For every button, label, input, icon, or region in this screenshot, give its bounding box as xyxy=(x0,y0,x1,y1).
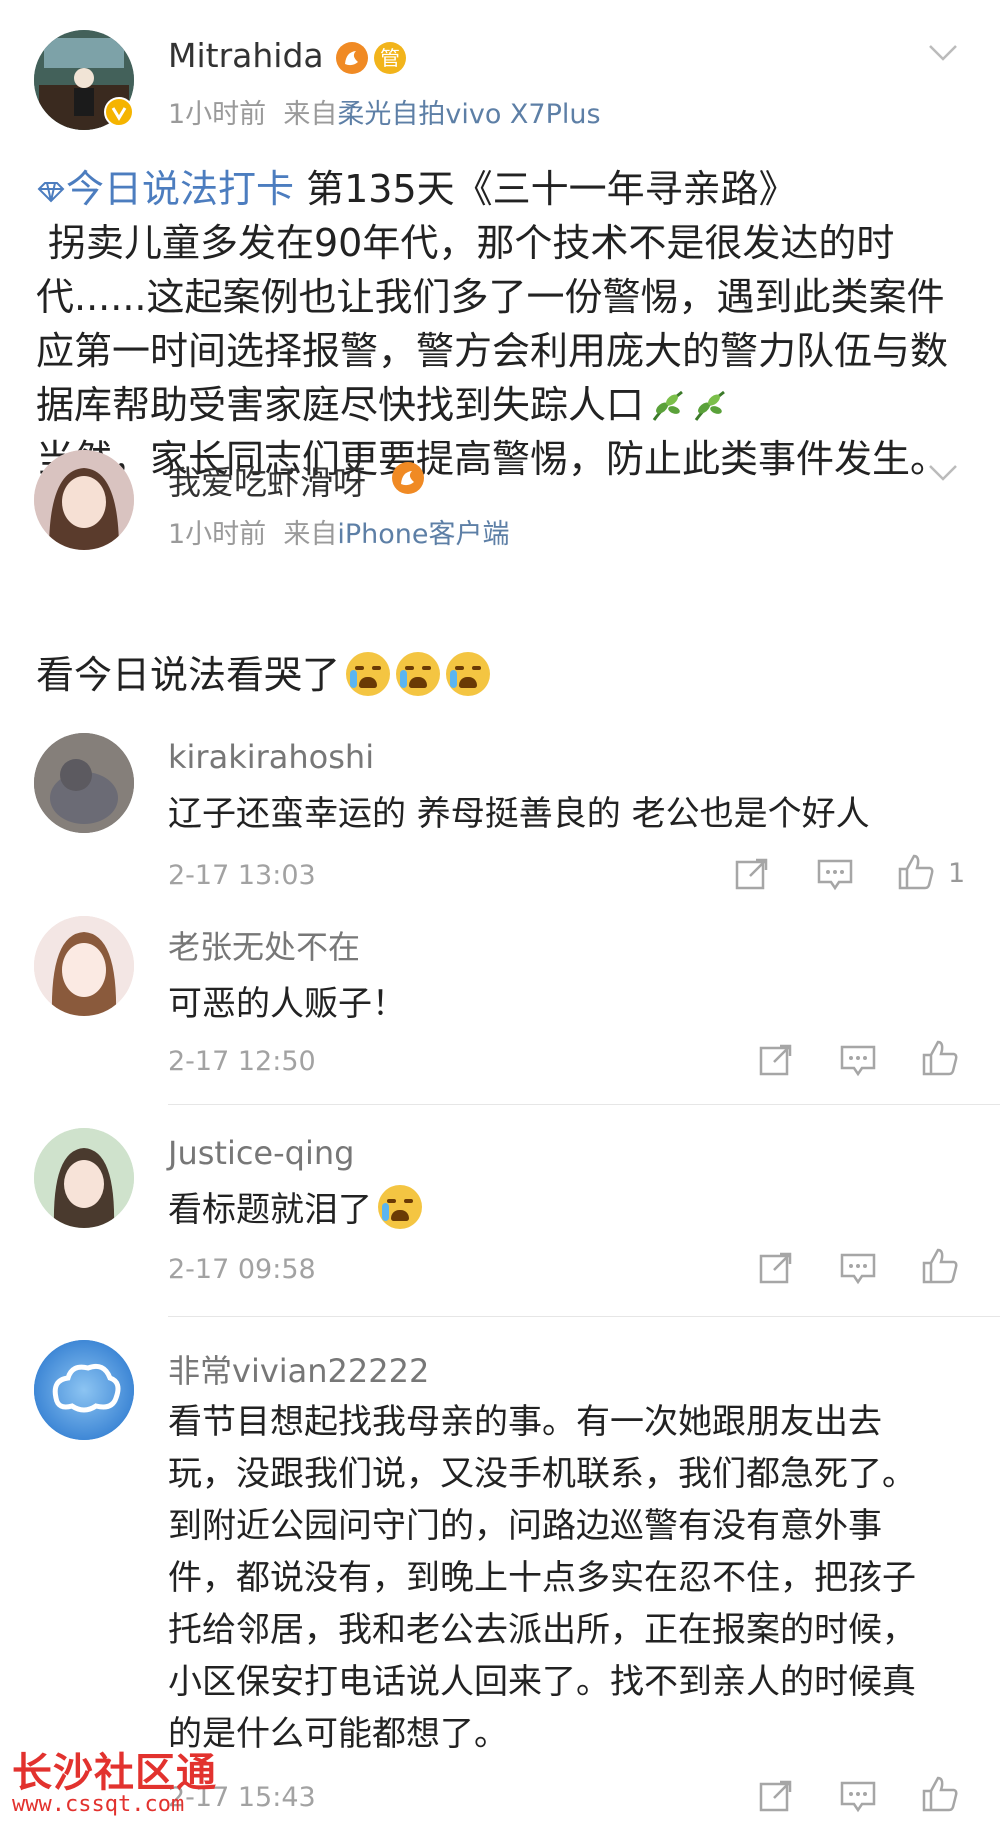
comment-line: 到附近公园问守门的，问路边巡警有没有意外事 xyxy=(168,1506,882,1546)
verified-badge-icon xyxy=(104,97,134,127)
reply-time: 1小时前 xyxy=(168,519,267,550)
comment-line: 小区保安打电话说人回来了。找不到亲人的时候真 xyxy=(168,1662,916,1702)
member-icon xyxy=(392,462,424,494)
like-icon[interactable] xyxy=(920,1246,960,1286)
post-line-1: 今日说法打卡 第135天《三十一年寻亲路》 xyxy=(36,162,976,216)
post-from-prefix: 来自 xyxy=(283,99,338,130)
reply-body: 看今日说法看哭了 xyxy=(36,644,491,699)
topic-link-label: 今日说法打卡 xyxy=(66,167,295,211)
watermark-title: 长沙社区通 xyxy=(12,1750,217,1796)
crying-emoji-icon xyxy=(446,652,491,696)
comment-text: 可恶的人贩子！ xyxy=(168,984,406,1024)
comment-icon[interactable] xyxy=(815,854,855,894)
reply-avatar[interactable] xyxy=(34,450,134,550)
post-line-5: 据库帮助受害家庭尽快找到失踪人口 xyxy=(36,383,645,427)
share-icon[interactable] xyxy=(756,1776,796,1816)
comment-line: 件，都说没有，到晚上十点多实在忍不住，把孩子 xyxy=(168,1558,916,1598)
reply-meta: 1小时前 来自iPhone客户端 xyxy=(168,512,510,551)
post-source[interactable]: 柔光自拍vivo X7Plus xyxy=(337,99,600,130)
like-icon[interactable] xyxy=(920,1774,960,1814)
comment-text-wrap: 看标题就泪了 xyxy=(168,1182,422,1231)
post-line-1-rest: 第135天《三十一年寻亲路》 xyxy=(306,167,797,211)
crying-emoji-icon xyxy=(346,652,391,696)
post-body: 今日说法打卡 第135天《三十一年寻亲路》 拐卖儿童多发在90年代，那个技术不是… xyxy=(36,162,976,486)
post-line-3: 代......这起案例也让我们多了一份警惕，遇到此类案件 xyxy=(36,275,945,319)
comment-avatar[interactable] xyxy=(34,1128,134,1228)
share-icon[interactable] xyxy=(756,1248,796,1288)
share-icon[interactable] xyxy=(756,1040,796,1080)
comment-time: 2-17 09:58 xyxy=(168,1254,316,1285)
chevron-down-icon[interactable] xyxy=(928,44,958,62)
comment-divider xyxy=(168,1316,1000,1317)
badge-label: 管 xyxy=(380,46,400,70)
leaf-icon xyxy=(652,390,683,421)
crying-emoji-icon xyxy=(378,1185,422,1229)
topic-link[interactable]: 今日说法打卡 xyxy=(36,167,306,211)
comment-author[interactable]: 老张无处不在 xyxy=(168,922,360,968)
comment-icon[interactable] xyxy=(838,1248,878,1288)
avatar-photo-icon xyxy=(34,733,134,833)
comment-line: 的是什么可能都想了。 xyxy=(168,1714,508,1754)
comment-avatar[interactable] xyxy=(34,916,134,1016)
comment-author[interactable]: 非常vivian22222 xyxy=(168,1346,429,1392)
comment-text: 看节目想起找我母亲的事。有一次她跟朋友出去 玩，没跟我们说，又没手机联系，我们都… xyxy=(168,1396,968,1760)
reply-text: 看今日说法看哭了 xyxy=(36,653,341,697)
comment-divider xyxy=(168,1104,1000,1105)
badge-icon: 管 xyxy=(374,42,406,74)
comment-time: 2-17 12:50 xyxy=(168,1046,316,1077)
like-icon[interactable] xyxy=(920,1038,960,1078)
comment-line: 托给邻居，我和老公去派出所，正在报案的时候， xyxy=(168,1610,916,1650)
avatar-photo-icon xyxy=(34,450,134,550)
post-author-name[interactable]: Mitrahida xyxy=(168,36,324,75)
comment-author[interactable]: kirakirahoshi xyxy=(168,738,374,776)
avatar-cloud-icon xyxy=(34,1340,134,1440)
diamond-icon xyxy=(37,182,65,203)
post-line-4: 应第一时间选择报警，警方会利用庞大的警力队伍与数 xyxy=(36,329,949,373)
member-icon xyxy=(336,42,368,74)
comment-time: 2-17 13:03 xyxy=(168,860,316,891)
post-time: 1小时前 xyxy=(168,99,267,130)
like-icon[interactable] xyxy=(896,852,936,892)
comment-avatar[interactable] xyxy=(34,733,134,833)
watermark-url: www.cssqt.com xyxy=(12,1792,185,1817)
reply-from-prefix: 来自 xyxy=(283,519,338,550)
post-line-2: 拐卖儿童多发在90年代，那个技术不是很发达的时 xyxy=(48,221,895,265)
comment-icon[interactable] xyxy=(838,1040,878,1080)
leaf-icon xyxy=(694,390,725,421)
comment-author[interactable]: Justice-qing xyxy=(168,1134,354,1172)
post-meta: 1小时前 来自柔光自拍vivo X7Plus xyxy=(168,92,601,131)
comment-avatar[interactable] xyxy=(34,1340,134,1440)
crying-emoji-icon xyxy=(396,652,441,696)
post-line-5-wrap: 据库帮助受害家庭尽快找到失踪人口 xyxy=(36,378,976,432)
share-icon[interactable] xyxy=(732,854,772,894)
chevron-down-icon[interactable] xyxy=(928,464,958,482)
like-count: 1 xyxy=(948,858,966,889)
comment-text: 看标题就泪了 xyxy=(168,1190,372,1230)
reply-source[interactable]: iPhone客户端 xyxy=(337,519,509,550)
comment-line: 看节目想起找我母亲的事。有一次她跟朋友出去 xyxy=(168,1402,882,1442)
comment-icon[interactable] xyxy=(838,1776,878,1816)
comment-line: 玩，没跟我们说，又没手机联系，我们都急死了。 xyxy=(168,1454,916,1494)
reply-author-name[interactable]: 我爱吃虾滑呀 xyxy=(168,456,366,504)
avatar-photo-icon xyxy=(34,916,134,1016)
comment-text: 辽子还蛮幸运的 养母挺善良的 老公也是个好人 xyxy=(168,794,870,834)
avatar-photo-icon xyxy=(34,1128,134,1228)
